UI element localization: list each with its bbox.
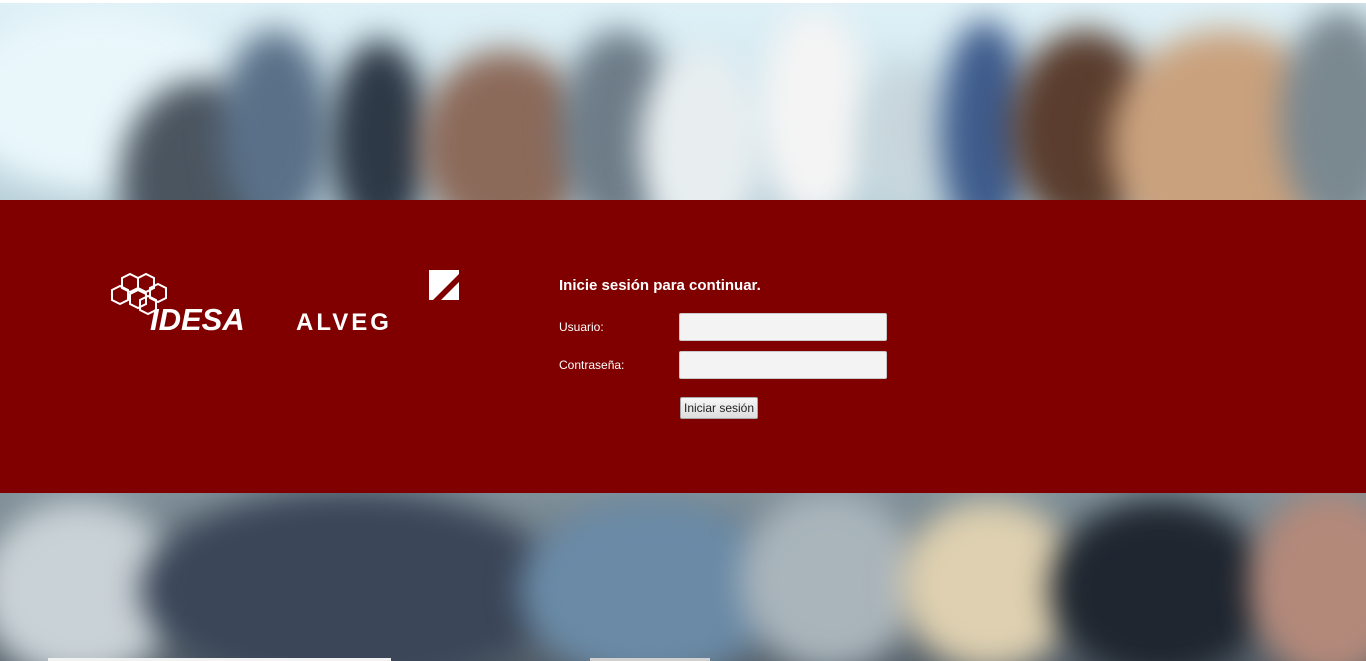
top-border — [0, 0, 1366, 3]
svg-text:IDESA: IDESA — [150, 302, 245, 334]
login-button[interactable]: Iniciar sesión — [680, 397, 758, 419]
username-label: Usuario: — [559, 320, 604, 334]
login-band — [0, 200, 1366, 493]
idesa-logo: IDESA — [111, 272, 245, 334]
username-input[interactable] — [679, 313, 887, 341]
password-input[interactable] — [679, 351, 887, 379]
svg-text:ALVEG: ALVEG — [296, 309, 392, 334]
login-title: Inicie sesión para continuar. — [559, 277, 761, 294]
password-label: Contraseña: — [559, 358, 625, 372]
alveg-logo: ALVEG — [296, 270, 459, 334]
